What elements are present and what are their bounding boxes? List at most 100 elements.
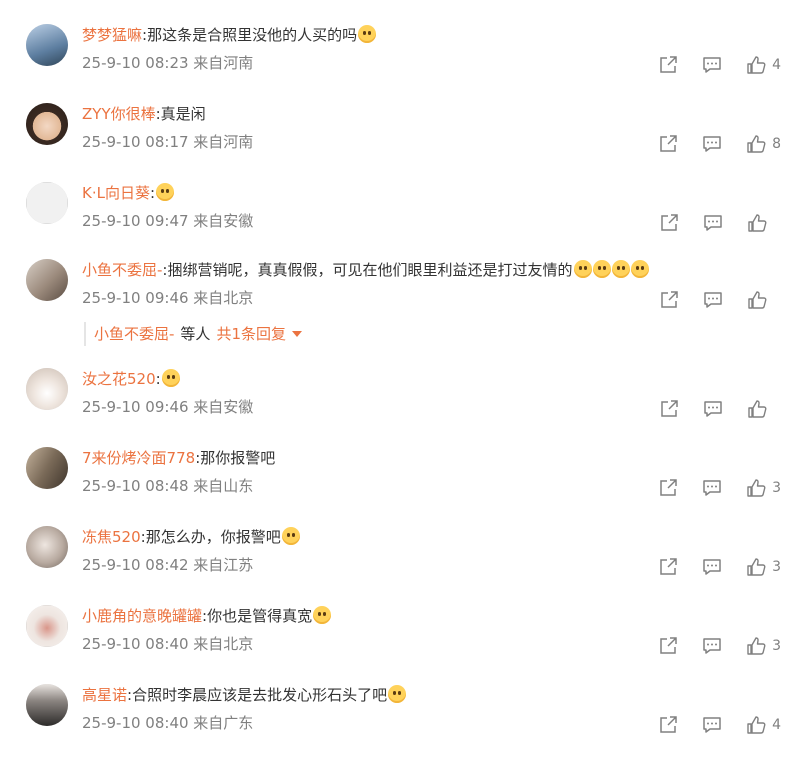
comment-icon — [704, 292, 722, 308]
comment-meta: 25-9-10 08:17 来自河南 — [82, 133, 254, 151]
share-button[interactable] — [658, 478, 678, 498]
comment-item: 梦梦猛嘛:那这条是合照里没他的人买的吗 25-9-10 08:23 来自河南 4 — [0, 24, 799, 103]
share-button[interactable] — [658, 557, 678, 577]
comment-item: 汝之花520: 25-9-10 09:46 来自安徽 — [0, 368, 799, 447]
share-icon — [660, 56, 677, 73]
share-button[interactable] — [658, 134, 678, 154]
comment-username[interactable]: 小鱼不委屈- — [82, 261, 162, 279]
like-count: 4 — [772, 717, 781, 733]
comment-username[interactable]: 7来份烤冷面778 — [82, 449, 195, 467]
user-avatar[interactable] — [26, 182, 68, 224]
like-icon — [747, 56, 766, 74]
like-icon — [747, 479, 766, 497]
comment-actions: 8 — [634, 134, 781, 154]
like-button[interactable]: 3 — [746, 636, 781, 656]
share-button[interactable] — [659, 399, 679, 419]
comment-button[interactable] — [703, 290, 723, 310]
comment-username[interactable]: K·L向日葵 — [82, 184, 150, 202]
like-button[interactable]: 3 — [746, 478, 781, 498]
share-button[interactable] — [658, 55, 678, 75]
comment-button[interactable] — [703, 399, 723, 419]
comment-item: 高星诺:合照时李晨应该是去批发心形石头了吧 25-9-10 08:40 来自广东… — [0, 684, 799, 763]
user-avatar[interactable] — [26, 684, 68, 726]
user-avatar[interactable] — [26, 24, 68, 66]
like-count: 3 — [772, 480, 781, 496]
like-icon — [747, 637, 766, 655]
comment-button[interactable] — [702, 55, 722, 75]
chevron-down-icon — [291, 331, 302, 337]
comment-username[interactable]: ZYY你很棒 — [82, 105, 156, 123]
comment-button[interactable] — [702, 557, 722, 577]
comment-content: 真是闲 — [160, 105, 206, 123]
like-button[interactable]: 4 — [746, 55, 781, 75]
sweat-emoji-icon — [313, 606, 332, 624]
share-icon — [661, 291, 678, 308]
cat-emoji-icon — [156, 183, 175, 201]
comment-actions: 4 — [634, 55, 781, 75]
comment-actions — [635, 399, 781, 419]
comment-content: 那你报警吧 — [200, 449, 276, 467]
comment-text-line: 高星诺:合照时李晨应该是去批发心形石头了吧 — [82, 683, 407, 707]
comment-item: K·L向日葵: 25-9-10 09:47 来自安徽 — [0, 182, 799, 261]
comment-actions — [635, 213, 781, 233]
user-avatar[interactable] — [26, 368, 68, 410]
comment-button[interactable] — [702, 715, 722, 735]
comment-item: 7来份烤冷面778:那你报警吧 25-9-10 08:48 来自山东 3 — [0, 447, 799, 526]
comment-username[interactable]: 汝之花520 — [82, 370, 156, 388]
comment-button[interactable] — [702, 134, 722, 154]
reply-username[interactable]: 小鱼不委屈- — [94, 325, 174, 343]
share-icon — [660, 135, 677, 152]
comment-button[interactable] — [703, 213, 723, 233]
reply-summary[interactable]: 小鱼不委屈- 等人 共1条回复 — [84, 322, 302, 346]
comment-icon — [703, 57, 721, 73]
comment-button[interactable] — [702, 636, 722, 656]
comment-text-line: 梦梦猛嘛:那这条是合照里没他的人买的吗 — [82, 23, 377, 47]
comment-text-line: 小鱼不委屈-:捆绑营销呢，真真假假，可见在他们眼里利益还是打过友情的 — [82, 258, 649, 282]
user-avatar[interactable] — [26, 526, 68, 568]
comment-text-line: 汝之花520: — [82, 367, 180, 391]
comment-text-line: 冻焦520:那怎么办，你报警吧 — [82, 525, 300, 549]
comment-content: 那这条是合照里没他的人买的吗 — [147, 26, 358, 44]
like-button[interactable]: 8 — [746, 134, 781, 154]
comment-content: 合照时李晨应该是去批发心形石头了吧 — [132, 686, 388, 704]
share-icon — [660, 479, 677, 496]
share-button[interactable] — [658, 715, 678, 735]
user-avatar[interactable] — [26, 259, 68, 301]
comment-meta: 25-9-10 09:46 来自北京 — [82, 289, 254, 307]
comment-icon — [703, 559, 721, 575]
like-button[interactable] — [747, 399, 781, 419]
like-button[interactable]: 3 — [746, 557, 781, 577]
share-button[interactable] — [659, 213, 679, 233]
comment-actions: 4 — [634, 715, 781, 735]
comment-username[interactable]: 高星诺 — [82, 686, 127, 704]
comment-content: 捆绑营销呢，真真假假，可见在他们眼里利益还是打过友情的 — [167, 261, 573, 279]
user-avatar[interactable] — [26, 447, 68, 489]
cat-emoji-icon — [281, 527, 300, 545]
share-icon — [660, 716, 677, 733]
share-button[interactable] — [658, 636, 678, 656]
comment-text-line: 7来份烤冷面778:那你报警吧 — [82, 449, 276, 467]
comment-username[interactable]: 小鹿角的意晚罐罐 — [82, 607, 202, 625]
like-count: 4 — [772, 57, 781, 73]
like-button[interactable]: 4 — [746, 715, 781, 735]
comment-username[interactable]: 冻焦520 — [82, 528, 141, 546]
reply-text: 等人 — [180, 325, 211, 343]
reply-total-link[interactable]: 共1条回复 — [216, 325, 286, 343]
comment-meta: 25-9-10 08:23 来自河南 — [82, 54, 254, 72]
like-button[interactable] — [747, 290, 781, 310]
cat-emoji-icon — [388, 685, 407, 703]
like-button[interactable] — [747, 213, 781, 233]
share-icon — [660, 637, 677, 654]
comment-meta: 25-9-10 08:40 来自北京 — [82, 635, 254, 653]
user-avatar[interactable] — [26, 605, 68, 647]
comment-actions: 3 — [634, 557, 781, 577]
comment-button[interactable] — [702, 478, 722, 498]
comment-text-line: ZYY你很棒:真是闲 — [82, 105, 206, 123]
like-icon — [748, 214, 767, 232]
comment-username[interactable]: 梦梦猛嘛 — [82, 26, 142, 44]
share-icon — [661, 400, 678, 417]
comment-icon — [703, 717, 721, 733]
user-avatar[interactable] — [26, 103, 68, 145]
comment-meta: 25-9-10 08:48 来自山东 — [82, 477, 254, 495]
share-button[interactable] — [659, 290, 679, 310]
